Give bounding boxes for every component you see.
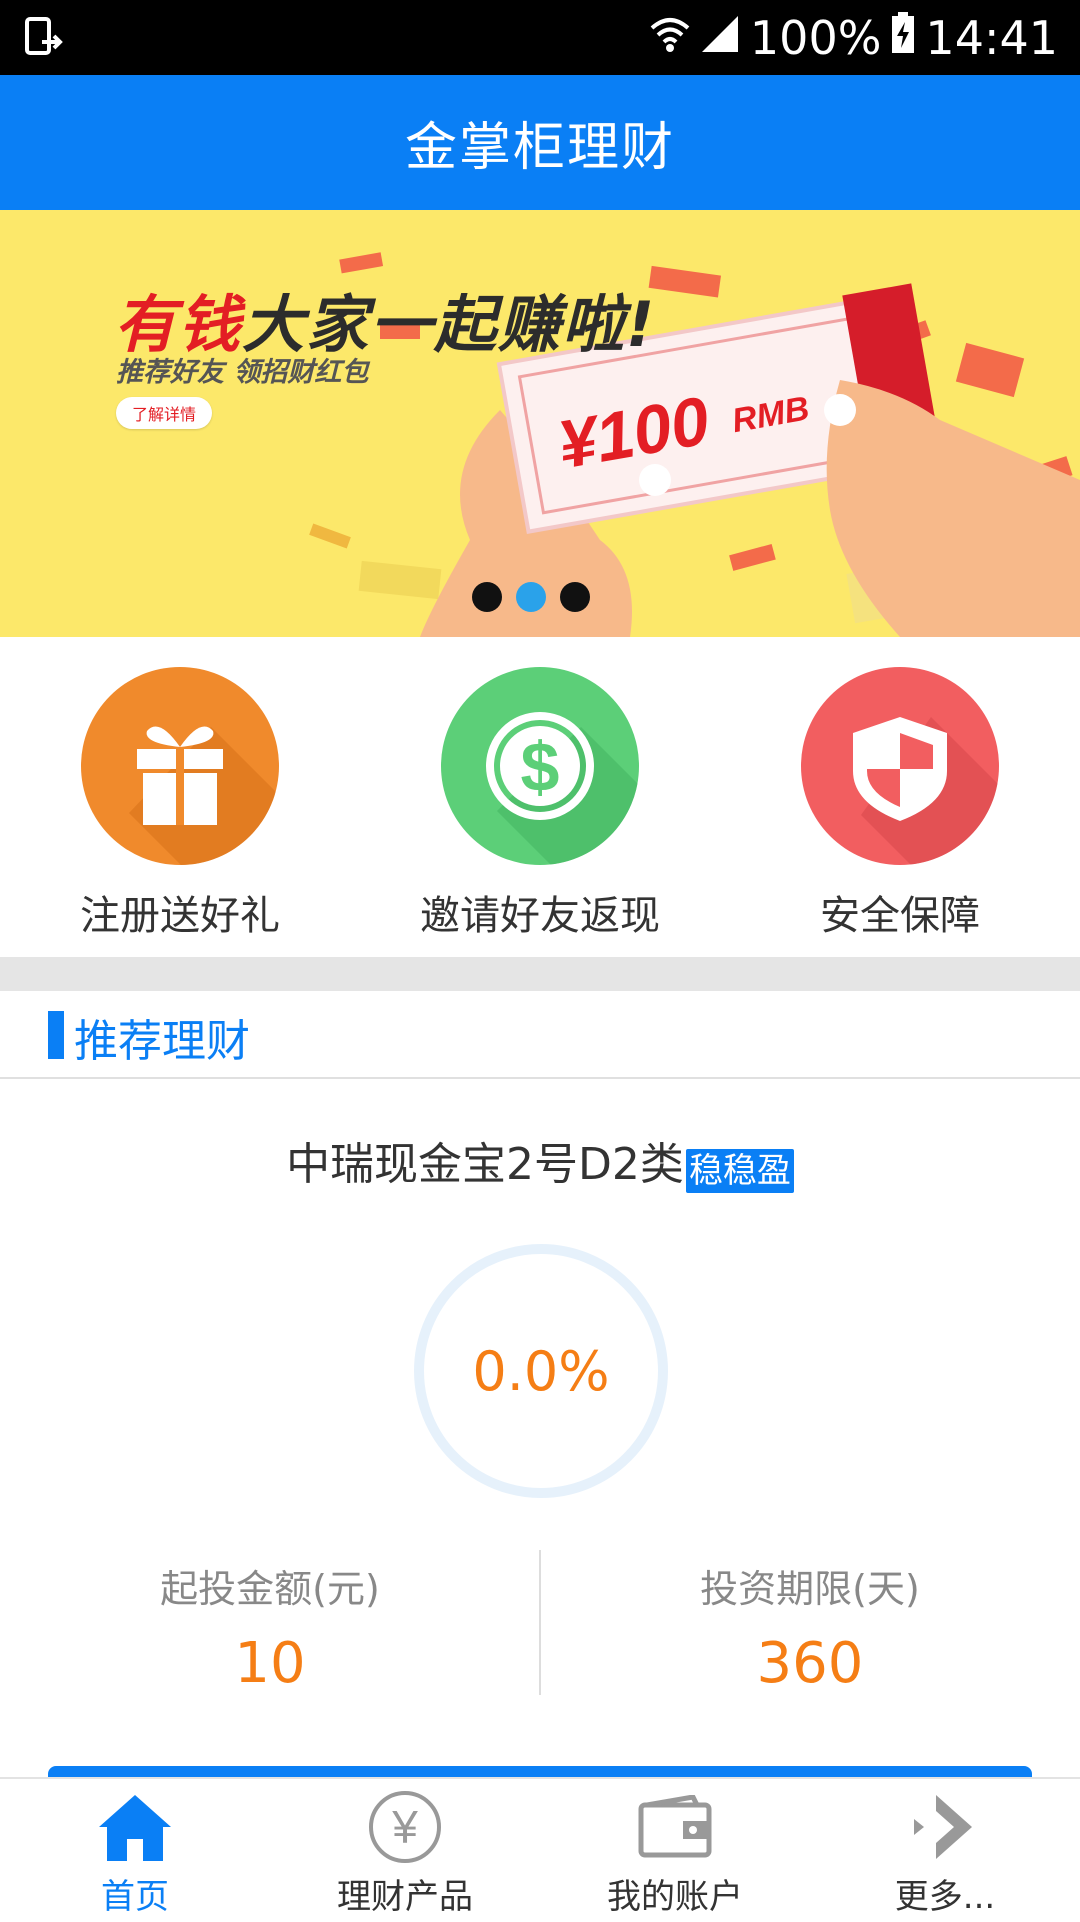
feature-label: 邀请好友返现: [420, 893, 660, 939]
carousel-dot[interactable]: [560, 582, 590, 612]
yen-icon: ¥: [270, 1787, 540, 1867]
wifi-icon: [650, 11, 690, 65]
dollar-icon: $: [441, 667, 639, 865]
tab-more[interactable]: 更多...: [810, 1787, 1080, 1918]
battery-percent: 100%: [749, 10, 882, 65]
feature-security[interactable]: 安全保障: [750, 667, 1050, 941]
banner-subtitle: 推荐好友 领招财红包: [116, 357, 369, 388]
min-invest-label: 起投金额(元): [160, 1567, 380, 1611]
page-title: 金掌柜理财: [404, 118, 675, 178]
svg-text:$: $: [521, 728, 560, 806]
tab-account[interactable]: 我的账户: [540, 1787, 810, 1918]
wallet-icon: [540, 1787, 810, 1867]
term-value: 360: [756, 1631, 864, 1696]
screen-cast-icon: [24, 16, 64, 62]
shield-icon: [801, 667, 999, 865]
section-accent-bar: [48, 1011, 64, 1059]
feature-shortcuts: 注册送好礼 $ 邀请好友返现 安全保障: [0, 637, 1080, 957]
promo-banner[interactable]: ¥100 RMB 有钱大家一起赚啦! 推荐好友 领招财红包 了解详情: [0, 210, 1080, 637]
product-stats: 起投金额(元) 10 投资期限(天) 360: [0, 1550, 1080, 1696]
tab-home[interactable]: 首页: [0, 1787, 270, 1918]
feature-register-gift[interactable]: 注册送好礼: [30, 667, 330, 941]
tab-label: 首页: [101, 1877, 169, 1917]
tab-label: 理财产品: [337, 1877, 473, 1917]
app-header: 金掌柜理财: [0, 75, 1080, 210]
tab-label: 我的账户: [607, 1877, 743, 1917]
min-invest-value: 10: [234, 1631, 306, 1696]
banner-details-button[interactable]: 了解详情: [116, 397, 213, 429]
feature-label: 安全保障: [820, 893, 980, 939]
home-icon: [0, 1787, 270, 1867]
battery-icon: [891, 11, 915, 65]
more-icon: [810, 1787, 1080, 1867]
carousel-indicator: [472, 582, 590, 612]
section-title: 推荐理财: [74, 1016, 250, 1067]
min-invest-stat: 起投金额(元) 10: [0, 1550, 540, 1696]
signal-icon: [700, 11, 740, 65]
product-title[interactable]: 中瑞现金宝2号D2类 稳稳盈: [0, 1128, 1080, 1193]
clock: 14:41: [925, 10, 1058, 65]
status-bar: 100% 14:41: [0, 0, 1080, 75]
gift-icon: [81, 667, 279, 865]
section-divider: [0, 957, 1080, 991]
term-stat: 投资期限(天) 360: [540, 1550, 1080, 1696]
carousel-dot[interactable]: [472, 582, 502, 612]
tab-label: 更多...: [894, 1877, 996, 1917]
feature-label: 注册送好礼: [80, 893, 280, 939]
feature-invite-cashback[interactable]: $ 邀请好友返现: [390, 667, 690, 941]
product-tag: 稳稳盈: [685, 1148, 794, 1193]
svg-text:¥: ¥: [391, 1801, 418, 1853]
product-name: 中瑞现金宝2号D2类: [286, 1139, 684, 1190]
progress-ring: 0.0%: [410, 1240, 672, 1502]
bottom-tab-bar: 首页 ¥ 理财产品 我的账户 更多...: [0, 1777, 1080, 1922]
carousel-dot-active[interactable]: [516, 582, 546, 612]
progress-percent: 0.0%: [472, 1339, 610, 1403]
section-header: 推荐理财: [0, 991, 1080, 1079]
term-label: 投资期限(天): [700, 1567, 920, 1611]
tab-products[interactable]: ¥ 理财产品: [270, 1787, 540, 1918]
